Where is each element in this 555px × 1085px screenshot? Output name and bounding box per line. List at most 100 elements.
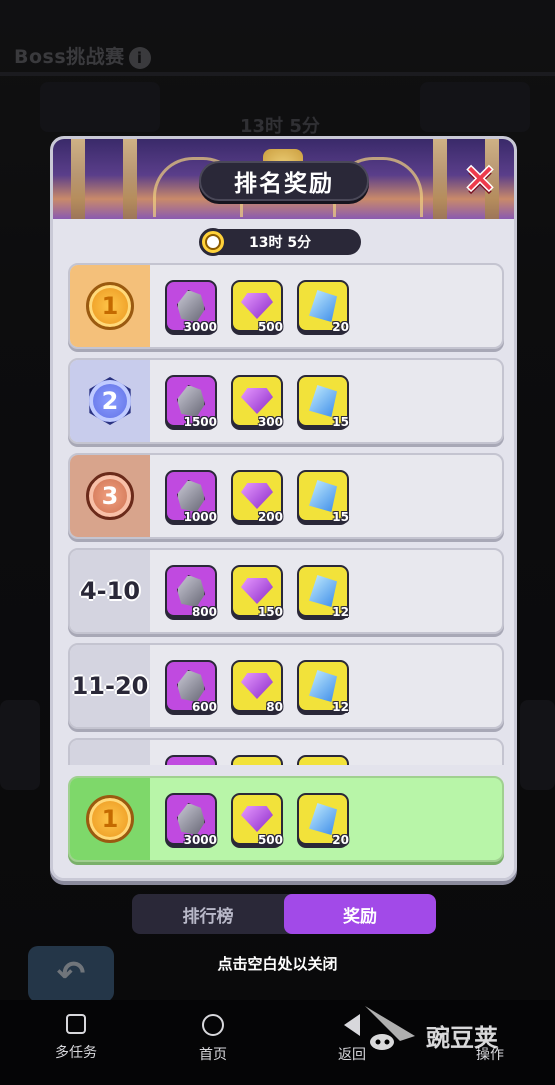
item-quantity: 150	[257, 605, 283, 619]
gem-shape	[241, 293, 273, 319]
rank-number: 1	[101, 805, 119, 833]
item-quantity: 3000	[183, 320, 217, 334]
nav-multitask-label: 多任务	[55, 1045, 97, 1061]
stone-shape	[177, 290, 205, 322]
gem-shape	[241, 806, 273, 832]
watermark-text: 豌豆荚	[426, 1024, 498, 1052]
item-quantity: 1000	[183, 510, 217, 524]
crystal-shape	[309, 575, 337, 607]
stone-shape	[177, 803, 205, 835]
item-quantity: 15	[332, 510, 349, 524]
dialog-banner: 排名奖励 ✕	[53, 139, 514, 219]
silver-medal-icon: 2	[89, 377, 131, 425]
gem-shape	[241, 483, 273, 509]
rank-cell	[70, 740, 150, 765]
stone-shape	[177, 575, 205, 607]
rank-cell: 1	[70, 265, 150, 347]
purple-gem-icon[interactable]: 150	[231, 565, 283, 619]
watermark-logo: 豌豆荚	[360, 996, 530, 1056]
timer-text: 13时 5分	[249, 235, 312, 251]
stone-shape	[177, 480, 205, 512]
crystal-shape	[309, 480, 337, 512]
close-button[interactable]: ✕	[461, 157, 499, 203]
rank-number: 1	[101, 292, 119, 320]
gem-shape	[241, 673, 273, 699]
blue-crystal-icon[interactable]: 20	[297, 280, 349, 334]
purple-gem-icon[interactable]: 500	[231, 793, 283, 847]
close-hint: 点击空白处以关闭	[217, 955, 338, 973]
nav-multitask[interactable]: 多任务	[36, 1014, 116, 1062]
item-quantity: 15	[332, 415, 349, 429]
crystal-shape	[309, 290, 337, 322]
item-quantity: 20	[332, 320, 349, 334]
square-icon	[66, 1014, 86, 1034]
mithril-stone-icon[interactable]	[165, 755, 217, 765]
gem-shape	[241, 578, 273, 604]
item-quantity: 500	[257, 833, 283, 847]
mithril-stone-icon[interactable]: 600	[165, 660, 217, 714]
blue-crystal-icon[interactable]: 12	[297, 565, 349, 619]
rank-range: 11-20	[71, 672, 149, 700]
tab-leaderboard[interactable]: 排行榜	[132, 894, 284, 934]
gold-medal-icon: 1	[86, 282, 134, 330]
reward-row: 3 1000 200 15	[68, 453, 504, 539]
blue-crystal-icon[interactable]: 15	[297, 470, 349, 524]
item-quantity: 80	[266, 700, 283, 714]
countdown-timer: 13时 5分	[199, 228, 361, 256]
item-quantity: 20	[332, 833, 349, 847]
tab-rewards[interactable]: 奖励	[284, 894, 436, 934]
nav-home[interactable]: 首页	[173, 1014, 253, 1064]
item-quantity: 600	[191, 700, 217, 714]
bean-logo-icon	[365, 1006, 415, 1050]
item-quantity: 1500	[183, 415, 217, 429]
crystal-shape	[309, 385, 337, 417]
rank-cell: 1	[70, 778, 150, 860]
mithril-stone-icon[interactable]: 1500	[165, 375, 217, 429]
rank-rewards-dialog: 排名奖励 ✕ 13时 5分 1 3000 500 20 2 1500 300 15 3 1000 2…	[50, 136, 517, 881]
crystal-shape	[309, 803, 337, 835]
crystal-shape	[309, 670, 337, 702]
mithril-stone-icon[interactable]: 3000	[165, 793, 217, 847]
mithril-stone-icon[interactable]: 3000	[165, 280, 217, 334]
purple-gem-icon[interactable]: 80	[231, 660, 283, 714]
item-quantity: 12	[332, 700, 349, 714]
stone-shape	[177, 385, 205, 417]
blue-crystal-icon[interactable]: 20	[297, 793, 349, 847]
purple-gem-icon[interactable]: 300	[231, 375, 283, 429]
purple-gem-icon[interactable]: 200	[231, 470, 283, 524]
item-quantity: 12	[332, 605, 349, 619]
reward-row	[68, 738, 504, 765]
reward-list[interactable]: 1 3000 500 20 2 1500 300 15 3 1000 200 15 4-10 800 150…	[68, 263, 504, 765]
purple-gem-icon[interactable]	[231, 755, 283, 765]
dialog-title: 排名奖励	[199, 161, 369, 201]
rank-range: 4-10	[79, 577, 141, 605]
item-quantity: 300	[257, 415, 283, 429]
item-quantity: 3000	[183, 833, 217, 847]
blue-crystal-icon[interactable]	[297, 755, 349, 765]
banner-pillar	[123, 139, 137, 219]
purple-gem-icon[interactable]: 500	[231, 280, 283, 334]
stone-shape	[177, 670, 205, 702]
mithril-stone-icon[interactable]: 800	[165, 565, 217, 619]
blue-crystal-icon[interactable]: 15	[297, 375, 349, 429]
blue-crystal-icon[interactable]: 12	[297, 660, 349, 714]
reward-row: 4-10 800 150 12	[68, 548, 504, 634]
rank-cell: 4-10	[70, 550, 150, 632]
close-icon: ✕	[463, 157, 497, 203]
rank-number: 2	[101, 387, 119, 415]
my-rank-row: 1 3000 500 20	[68, 776, 504, 862]
stopwatch-icon	[199, 228, 227, 256]
item-quantity: 200	[257, 510, 283, 524]
banner-pillar	[71, 139, 85, 219]
nav-home-label: 首页	[199, 1047, 227, 1063]
rank-cell: 11-20	[70, 645, 150, 727]
gold-medal-icon: 1	[86, 795, 134, 843]
banner-pillar	[433, 139, 447, 219]
circle-icon	[202, 1014, 224, 1036]
triangle-back-icon	[344, 1014, 360, 1036]
item-quantity: 500	[257, 320, 283, 334]
bronze-medal-icon: 3	[86, 472, 134, 520]
gem-shape	[241, 388, 273, 414]
rank-number: 3	[101, 482, 119, 510]
mithril-stone-icon[interactable]: 1000	[165, 470, 217, 524]
